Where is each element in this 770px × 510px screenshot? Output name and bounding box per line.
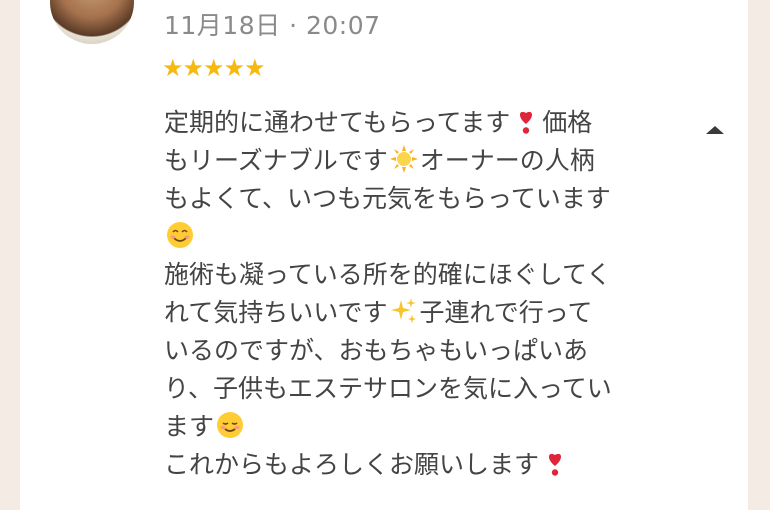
review-line-text: れて気持ちいいです <box>164 298 388 327</box>
caret-up-icon[interactable] <box>704 122 726 136</box>
smiling-face-icon <box>166 221 194 249</box>
review-line <box>164 218 634 256</box>
review-line-text: もリーズナブルです <box>164 146 388 175</box>
review-line: り、子供もエステサロンを気に入ってい <box>164 370 634 408</box>
review-line-text: これからもよろしくお願いします <box>164 450 540 479</box>
review-line: 施術も凝っている所を的確にほぐしてく <box>164 256 634 294</box>
avatar[interactable] <box>50 0 134 44</box>
review-line: いるのですが、おもちゃもいっぱいあ <box>164 332 634 370</box>
review-date: 11月18日 · 20:07 <box>164 11 381 40</box>
review-line-text: 子連れで行って <box>419 298 593 327</box>
heart-exclamation-icon <box>512 107 540 135</box>
review-line-text: オーナーの人柄 <box>419 146 595 175</box>
review-line: 定期的に通わせてもらってます 価格 <box>164 104 634 142</box>
review-line-text: ます <box>164 412 215 441</box>
heart-exclamation-icon <box>541 449 569 477</box>
relaxed-face-icon <box>216 411 244 439</box>
sparkles-icon <box>390 297 418 325</box>
review-line-text: 価格 <box>542 108 593 137</box>
review-line: もよくて、いつも元気をもらっています <box>164 180 634 218</box>
sun-icon <box>389 145 418 173</box>
review-line-text: 定期的に通わせてもらってます <box>164 108 511 137</box>
review-card: 11月18日 · 20:07 ★★★★★ 定期的に通わせてもらってます 価格もリー… <box>20 0 748 510</box>
review-line: れて気持ちいいです 子連れで行って <box>164 294 634 332</box>
review-line-text: 施術も凝っている所を的確にほぐしてく <box>164 260 612 289</box>
review-line-text: り、子供もエステサロンを気に入ってい <box>164 374 612 403</box>
review-line-text: もよくて、いつも元気をもらっています <box>164 184 611 213</box>
review-line: もリーズナブルです オーナーの人柄 <box>164 142 634 180</box>
review-line: これからもよろしくお願いします <box>164 446 634 484</box>
review-line: ます <box>164 408 634 446</box>
review-text: 定期的に通わせてもらってます 価格もリーズナブルです オーナーの人柄もよくて、いつも… <box>164 104 634 484</box>
star-rating: ★★★★★ <box>162 54 266 82</box>
review-line-text: いるのですが、おもちゃもいっぱいあ <box>164 336 589 365</box>
